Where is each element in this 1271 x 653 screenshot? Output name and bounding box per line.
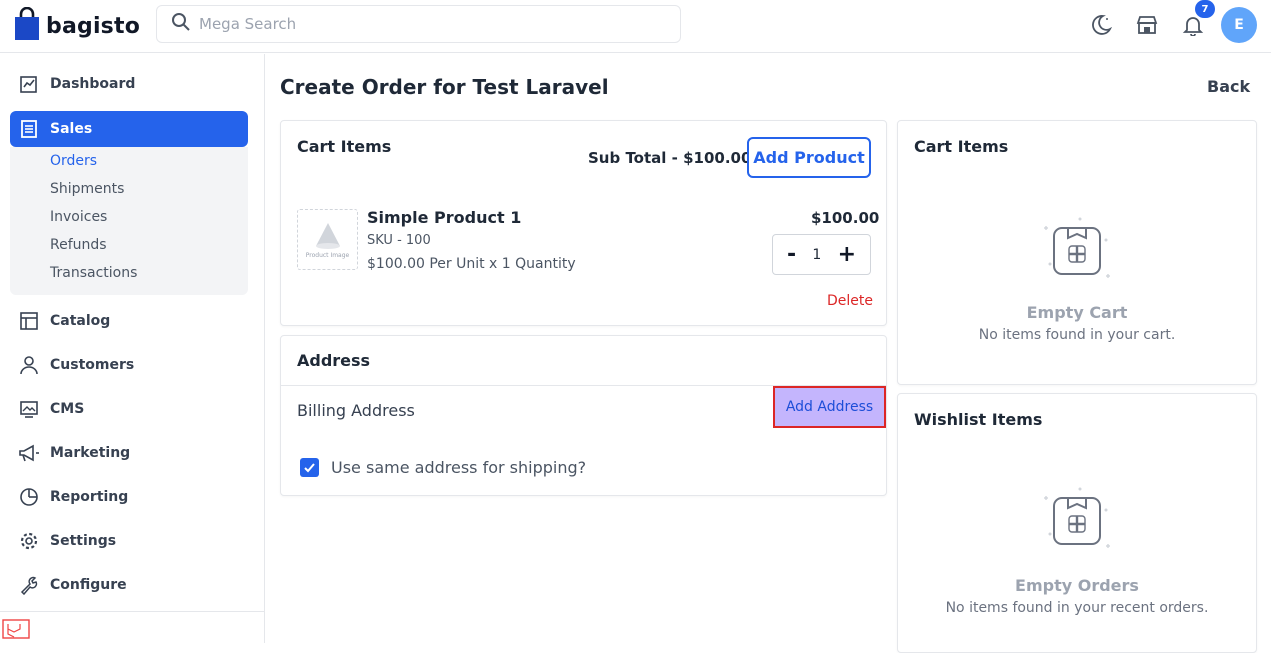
checkmark-icon	[304, 463, 315, 473]
same-shipping-checkbox[interactable]	[300, 458, 319, 477]
sidebar-item-customers[interactable]: Customers	[10, 347, 248, 383]
cms-icon	[18, 398, 40, 420]
sidebar-item-label: CMS	[50, 401, 85, 417]
product-name[interactable]: Simple Product 1	[367, 208, 521, 227]
notification-badge: 7	[1195, 0, 1215, 18]
dashboard-icon	[18, 73, 40, 95]
pie-chart-icon	[18, 486, 40, 508]
product-unit-info: $100.00 Per Unit x 1 Quantity	[367, 256, 576, 272]
sidebar-subitem-orders[interactable]: Orders	[50, 153, 97, 169]
right-cart-items-card: Cart Items Empty Cart No items found in …	[897, 120, 1257, 385]
search-icon	[171, 12, 191, 36]
sidebar-item-cms[interactable]: CMS	[10, 391, 248, 427]
sales-submenu: Orders Shipments Invoices Refunds Transa…	[10, 147, 248, 295]
empty-wishlist-icon	[1042, 486, 1114, 560]
sidebar-subitem-transactions[interactable]: Transactions	[50, 265, 137, 281]
back-link[interactable]: Back	[1207, 77, 1250, 96]
product-image-label: Product Image	[305, 252, 350, 259]
sidebar-item-reporting[interactable]: Reporting	[10, 479, 248, 515]
sidebar-item-label: Settings	[50, 533, 117, 549]
sidebar-item-label: Catalog	[50, 313, 111, 329]
laravel-icon[interactable]	[2, 618, 32, 644]
empty-cart-icon	[1042, 216, 1114, 290]
logo-text: bagisto	[46, 13, 141, 39]
wishlist-title: Wishlist Items	[914, 410, 1043, 429]
sidebar-item-label: Marketing	[50, 445, 131, 461]
product-image-placeholder: Product Image	[297, 209, 358, 270]
wishlist-items-card: Wishlist Items Empty Orders No items fou…	[897, 393, 1257, 653]
logo[interactable]: bagisto	[14, 6, 141, 45]
megaphone-icon	[18, 442, 40, 464]
subtotal: Sub Total - $100.00	[588, 149, 752, 167]
dark-mode-icon[interactable]	[1088, 12, 1114, 38]
cart-items-card: Cart Items Sub Total - $100.00 Add Produ…	[280, 120, 887, 326]
cart-items-title: Cart Items	[297, 137, 392, 156]
sidebar-item-sales[interactable]: Sales	[10, 111, 248, 147]
sales-icon	[18, 118, 40, 140]
empty-wishlist-subtitle: No items found in your recent orders.	[945, 600, 1209, 616]
sidebar-item-catalog[interactable]: Catalog	[10, 303, 248, 339]
sidebar-item-label: Reporting	[50, 489, 129, 505]
quantity-stepper: - 1 +	[772, 234, 871, 275]
sidebar-item-settings[interactable]: Settings	[10, 523, 248, 559]
sidebar-item-marketing[interactable]: Marketing	[10, 435, 248, 471]
sidebar-item-label: Customers	[50, 357, 135, 373]
sidebar-item-label: Dashboard	[50, 76, 136, 92]
add-address-button[interactable]: Add Address	[773, 386, 886, 428]
address-title: Address	[297, 351, 371, 370]
catalog-icon	[18, 310, 40, 332]
add-product-button[interactable]: Add Product	[747, 137, 871, 178]
sidebar: Dashboard Sales Orders Shipments Invoice…	[0, 54, 265, 643]
top-bar: bagisto 7 E	[0, 0, 1271, 53]
sidebar-subitem-shipments[interactable]: Shipments	[50, 181, 124, 197]
empty-wishlist-title: Empty Orders	[1015, 576, 1139, 595]
quantity-increment-button[interactable]: +	[838, 242, 856, 267]
gear-icon	[18, 530, 40, 552]
product-sku: SKU - 100	[367, 233, 431, 248]
user-icon	[18, 354, 40, 376]
sidebar-item-dashboard[interactable]: Dashboard	[10, 66, 248, 102]
product-image-icon	[315, 223, 340, 249]
shopping-bag-icon	[14, 6, 40, 45]
wrench-icon	[18, 574, 40, 596]
quantity-decrement-button[interactable]: -	[787, 242, 796, 267]
same-shipping-label[interactable]: Use same address for shipping?	[331, 458, 586, 477]
empty-cart-subtitle: No items found in your cart.	[978, 327, 1176, 343]
sidebar-item-label: Configure	[50, 577, 127, 593]
empty-cart-title: Empty Cart	[1026, 303, 1128, 322]
sidebar-item-label: Sales	[50, 121, 93, 137]
sidebar-item-configure[interactable]: Configure	[10, 567, 248, 603]
page-title: Create Order for Test Laravel	[280, 75, 609, 99]
quantity-value[interactable]: 1	[812, 247, 821, 263]
search-input[interactable]	[199, 15, 659, 33]
sidebar-subitem-refunds[interactable]: Refunds	[50, 237, 107, 253]
sidebar-footer	[0, 611, 265, 643]
billing-address-label: Billing Address	[297, 401, 415, 420]
product-price: $100.00	[811, 209, 880, 227]
sidebar-subitem-invoices[interactable]: Invoices	[50, 209, 107, 225]
avatar[interactable]: E	[1221, 7, 1257, 43]
search-bar[interactable]	[156, 5, 681, 43]
store-icon[interactable]	[1134, 12, 1160, 38]
right-cart-title: Cart Items	[914, 137, 1009, 156]
delete-link[interactable]: Delete	[827, 293, 873, 309]
address-card: Address Billing Address Add Address Use …	[280, 335, 887, 496]
